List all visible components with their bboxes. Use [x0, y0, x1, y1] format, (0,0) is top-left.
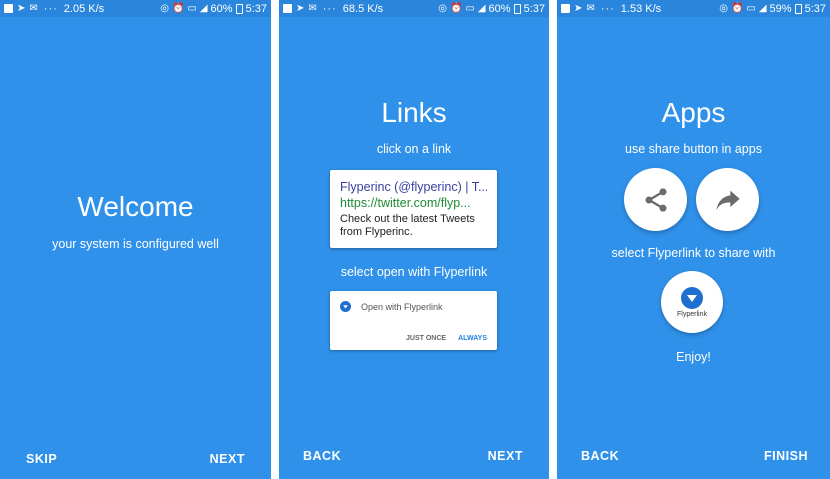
- hotspot-icon: ◎: [719, 3, 728, 14]
- link-preview-card[interactable]: Flyperinc (@flyperinc) | T... https://tw…: [330, 170, 497, 248]
- flyperlink-logo-icon: [681, 286, 703, 309]
- battery-icon: [513, 3, 521, 14]
- more-notifications-icon: ···: [322, 2, 337, 15]
- share-button[interactable]: [624, 168, 687, 231]
- welcome-screen: ➤ ✉ ··· 2.05 K/s ◎ ⏰ ▭ ◢ 60% 5:37 Welcom…: [0, 0, 271, 479]
- caption: select Flyperlink to share with: [611, 246, 776, 260]
- finish-button[interactable]: FINISH: [764, 449, 808, 463]
- volte-icon: ▭: [465, 3, 475, 14]
- signal-icon: ◢: [758, 3, 767, 14]
- send-icon: ➤: [296, 3, 305, 14]
- network-speed: 68.5 K/s: [342, 2, 384, 15]
- status-bar: ➤ ✉ ··· 68.5 K/s ◎ ⏰ ▭ ◢ 60% 5:37: [279, 0, 549, 17]
- signal-icon: ◢: [477, 3, 486, 14]
- mail-icon: ✉: [29, 3, 38, 14]
- facebook-icon: [561, 4, 570, 13]
- page-subtitle: click on a link: [376, 142, 452, 156]
- network-speed: 1.53 K/s: [620, 2, 662, 15]
- alarm-icon: ⏰: [449, 3, 463, 14]
- battery-icon: [794, 3, 802, 14]
- back-button[interactable]: BACK: [581, 449, 619, 463]
- more-notifications-icon: ···: [600, 2, 615, 15]
- mail-icon: ✉: [308, 3, 317, 14]
- apps-screen: ➤ ✉ ··· 1.53 K/s ◎ ⏰ ▭ ◢ 59% 5:37 Apps u…: [557, 0, 830, 479]
- just-once-button[interactable]: JUST ONCE: [406, 335, 446, 342]
- link-url[interactable]: https://twitter.com/flyp...: [340, 196, 487, 210]
- network-speed: 2.05 K/s: [63, 2, 105, 15]
- status-bar: ➤ ✉ ··· 2.05 K/s ◎ ⏰ ▭ ◢ 60% 5:37: [0, 0, 271, 17]
- share-icon: [645, 187, 666, 212]
- always-button[interactable]: ALWAYS: [458, 335, 487, 342]
- more-notifications-icon: ···: [43, 2, 58, 15]
- enjoy-text: Enjoy!: [676, 350, 711, 364]
- link-title[interactable]: Flyperinc (@flyperinc) | T...: [340, 180, 487, 194]
- signal-icon: ◢: [199, 3, 208, 14]
- links-screen: ➤ ✉ ··· 68.5 K/s ◎ ⏰ ▭ ◢ 60% 5:37 Links …: [279, 0, 549, 479]
- status-bar: ➤ ✉ ··· 1.53 K/s ◎ ⏰ ▭ ◢ 59% 5:37: [557, 0, 830, 17]
- skip-button[interactable]: SKIP: [26, 452, 57, 466]
- mail-icon: ✉: [586, 3, 595, 14]
- battery-percent: 60%: [488, 2, 511, 15]
- battery-icon: [235, 3, 243, 14]
- volte-icon: ▭: [746, 3, 756, 14]
- page-subtitle: use share button in apps: [625, 142, 762, 156]
- page-subtitle: your system is configured well: [52, 237, 219, 251]
- flyperlink-small-icon: [340, 301, 351, 312]
- forward-icon: [715, 190, 740, 210]
- battery-percent: 60%: [210, 2, 233, 15]
- back-button[interactable]: BACK: [303, 449, 341, 463]
- facebook-icon: [4, 4, 13, 13]
- page-title: Apps: [661, 97, 726, 128]
- clock: 5:37: [245, 2, 267, 15]
- volte-icon: ▭: [187, 3, 197, 14]
- page-title: Links: [381, 97, 447, 128]
- facebook-icon: [283, 4, 292, 13]
- alarm-icon: ⏰: [730, 3, 744, 14]
- forward-button[interactable]: [696, 168, 759, 231]
- flyperlink-share-target[interactable]: Flyperlink: [661, 271, 723, 333]
- page-title: Welcome: [77, 191, 194, 222]
- hotspot-icon: ◎: [438, 3, 447, 14]
- next-button[interactable]: NEXT: [210, 452, 245, 466]
- link-description: Check out the latest Tweets from Flyperi…: [340, 213, 475, 238]
- caption: select open with Flyperlink: [340, 265, 488, 279]
- flyperlink-label: Flyperlink: [677, 310, 707, 318]
- send-icon: ➤: [574, 3, 583, 14]
- next-button[interactable]: NEXT: [488, 449, 523, 463]
- alarm-icon: ⏰: [171, 3, 185, 14]
- hotspot-icon: ◎: [160, 3, 169, 14]
- send-icon: ➤: [17, 3, 26, 14]
- battery-percent: 59%: [769, 2, 792, 15]
- open-with-dialog: Open with Flyperlink JUST ONCE ALWAYS: [330, 291, 497, 350]
- clock: 5:37: [523, 2, 545, 15]
- open-with-label[interactable]: Open with Flyperlink: [361, 302, 443, 312]
- clock: 5:37: [804, 2, 826, 15]
